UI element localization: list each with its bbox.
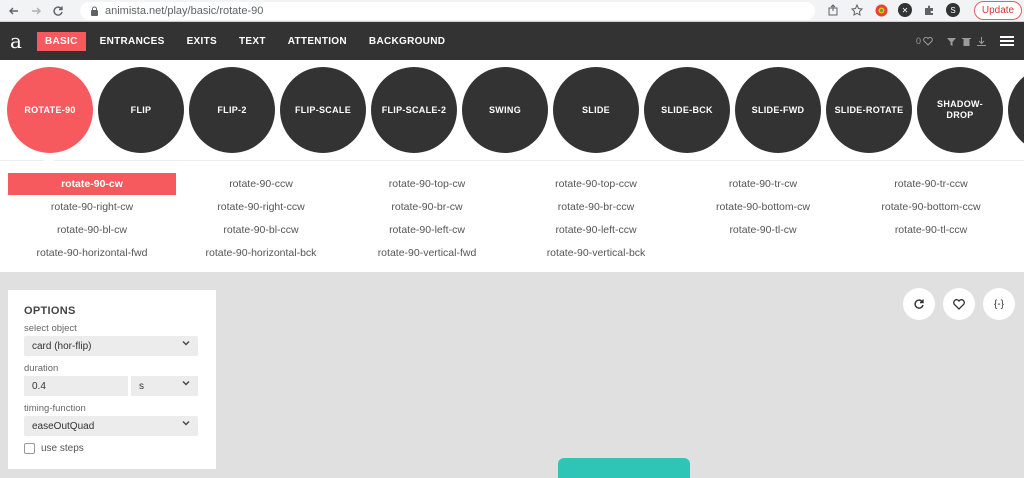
url-text: animista.net/play/basic/rotate-90 bbox=[105, 5, 264, 17]
use-steps-checkbox[interactable] bbox=[24, 443, 35, 454]
variant-item[interactable]: rotate-90-ccw bbox=[177, 173, 345, 195]
back-arrow-icon[interactable] bbox=[6, 3, 22, 19]
select-object-label: select object bbox=[24, 323, 77, 334]
nav-exits[interactable]: EXITS bbox=[179, 32, 225, 51]
star-icon[interactable] bbox=[850, 3, 864, 17]
options-panel: OPTIONS select object card (hor-flip) du… bbox=[8, 290, 216, 469]
animista-logo[interactable]: a bbox=[4, 29, 28, 53]
anim-rotate-90[interactable]: ROTATE-90 bbox=[7, 67, 93, 153]
nav-entrances[interactable]: ENTRANCES bbox=[92, 32, 173, 51]
hamburger-menu-icon[interactable] bbox=[1000, 36, 1014, 46]
anim-slide-rotate[interactable]: SLIDE-ROTATE bbox=[826, 67, 912, 153]
anim-swing[interactable]: SWING bbox=[462, 67, 548, 153]
variant-item[interactable]: rotate-90-horizontal-bck bbox=[177, 242, 345, 264]
update-button[interactable]: Update bbox=[974, 1, 1022, 20]
download-icon[interactable] bbox=[977, 36, 986, 46]
select-object-dropdown[interactable]: card (hor-flip) bbox=[24, 336, 198, 356]
variant-item[interactable]: rotate-90-top-ccw bbox=[512, 173, 680, 195]
animation-strip: ROTATE-90 FLIP FLIP-2 FLIP-SCALE FLIP-SC… bbox=[0, 60, 1024, 160]
variant-item[interactable]: rotate-90-right-ccw bbox=[177, 196, 345, 218]
heart-icon bbox=[923, 36, 933, 46]
variant-item[interactable]: rotate-90-bl-cw bbox=[8, 219, 176, 241]
duration-unit-dropdown[interactable]: s bbox=[131, 376, 198, 396]
favorite-button[interactable] bbox=[943, 288, 975, 320]
nav-attention[interactable]: ATTENTION bbox=[280, 32, 355, 51]
extension-x-icon[interactable]: ✕ bbox=[898, 3, 912, 17]
active-animation-pointer bbox=[43, 156, 55, 162]
anim-next-partial[interactable] bbox=[1008, 67, 1024, 153]
favorites-counter[interactable]: 0 bbox=[916, 36, 933, 46]
replay-icon bbox=[914, 299, 924, 309]
address-bar[interactable]: animista.net/play/basic/rotate-90 bbox=[80, 2, 815, 20]
variant-item[interactable]: rotate-90-vertical-bck bbox=[512, 242, 680, 264]
variant-item[interactable]: rotate-90-left-cw bbox=[343, 219, 511, 241]
anim-slide-fwd[interactable]: SLIDE-FWD bbox=[735, 67, 821, 153]
heart-icon bbox=[953, 298, 965, 310]
share-icon[interactable] bbox=[826, 3, 840, 17]
variant-item[interactable]: rotate-90-horizontal-fwd bbox=[8, 242, 176, 264]
lock-icon bbox=[91, 6, 98, 16]
anim-shadow-drop[interactable]: SHADOW-DROP bbox=[917, 67, 1003, 153]
preview-card bbox=[558, 458, 690, 478]
variant-list: rotate-90-cw rotate-90-ccw rotate-90-top… bbox=[0, 160, 1024, 272]
variant-item[interactable]: rotate-90-br-ccw bbox=[512, 196, 680, 218]
anim-slide[interactable]: SLIDE bbox=[553, 67, 639, 153]
anim-flip[interactable]: FLIP bbox=[98, 67, 184, 153]
variant-item[interactable]: rotate-90-bottom-cw bbox=[679, 196, 847, 218]
profile-avatar[interactable]: S bbox=[946, 3, 960, 17]
puzzle-icon[interactable] bbox=[922, 3, 936, 17]
variant-item[interactable]: rotate-90-vertical-fwd bbox=[343, 242, 511, 264]
nav-background[interactable]: BACKGROUND bbox=[361, 32, 453, 51]
forward-arrow-icon[interactable] bbox=[28, 3, 44, 19]
variant-item[interactable]: rotate-90-bl-ccw bbox=[177, 219, 345, 241]
variant-item[interactable]: rotate-90-tl-cw bbox=[679, 219, 847, 241]
duration-label: duration bbox=[24, 363, 59, 374]
extension-colorful-icon[interactable] bbox=[874, 3, 888, 17]
anim-flip-scale-2[interactable]: FLIP-SCALE-2 bbox=[371, 67, 457, 153]
variant-item[interactable]: rotate-90-tr-ccw bbox=[847, 173, 1015, 195]
options-title: OPTIONS bbox=[24, 305, 76, 317]
timing-function-dropdown[interactable]: easeOutQuad bbox=[24, 416, 198, 436]
filter-icon[interactable] bbox=[947, 37, 956, 46]
variant-item[interactable]: rotate-90-top-cw bbox=[343, 173, 511, 195]
replay-button[interactable] bbox=[903, 288, 935, 320]
chevron-down-icon bbox=[182, 339, 190, 349]
nav-text[interactable]: TEXT bbox=[231, 32, 274, 51]
use-steps-label: use steps bbox=[41, 443, 84, 454]
anim-slide-bck[interactable]: SLIDE-BCK bbox=[644, 67, 730, 153]
anim-flip-scale[interactable]: FLIP-SCALE bbox=[280, 67, 366, 153]
reload-icon[interactable] bbox=[50, 3, 66, 19]
browser-toolbar: animista.net/play/basic/rotate-90 ✕ S Up… bbox=[0, 0, 1024, 22]
nav-basic[interactable]: BASIC bbox=[37, 31, 86, 51]
chevron-down-icon bbox=[182, 379, 190, 389]
variant-item[interactable]: rotate-90-tr-cw bbox=[679, 173, 847, 195]
variant-item[interactable]: rotate-90-left-ccw bbox=[512, 219, 680, 241]
trash-icon[interactable] bbox=[962, 37, 971, 46]
variant-item[interactable]: rotate-90-tl-ccw bbox=[847, 219, 1015, 241]
favorites-count: 0 bbox=[915, 36, 921, 46]
variant-item[interactable]: rotate-90-br-cw bbox=[343, 196, 511, 218]
use-steps-row[interactable]: use steps bbox=[24, 443, 206, 454]
variant-rotate-90-cw[interactable]: rotate-90-cw bbox=[8, 173, 176, 195]
anim-flip-2[interactable]: FLIP-2 bbox=[189, 67, 275, 153]
duration-unit-value: s bbox=[139, 380, 144, 392]
select-object-value: card (hor-flip) bbox=[32, 340, 92, 352]
timing-function-value: easeOutQuad bbox=[32, 420, 95, 432]
variant-item[interactable]: rotate-90-right-cw bbox=[8, 196, 176, 218]
app-header: a BASIC ENTRANCES EXITS TEXT ATTENTION B… bbox=[0, 22, 1024, 60]
chevron-down-icon bbox=[182, 419, 190, 429]
timing-function-label: timing-function bbox=[24, 403, 86, 414]
duration-input[interactable]: 0.4 bbox=[24, 376, 128, 396]
variant-item[interactable]: rotate-90-bottom-ccw bbox=[847, 196, 1015, 218]
generate-code-button[interactable]: {-} bbox=[983, 288, 1015, 320]
